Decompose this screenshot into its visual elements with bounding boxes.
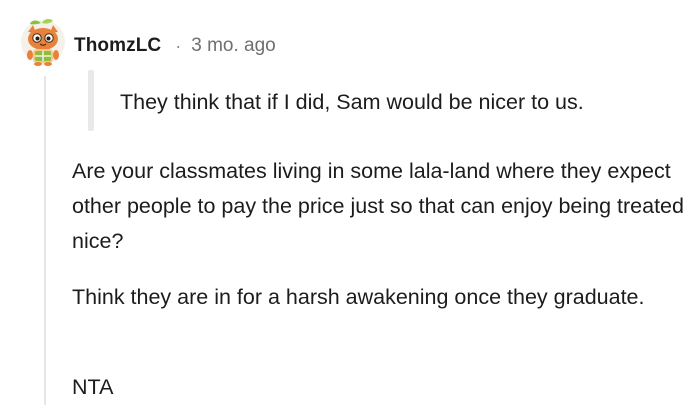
comment-timestamp[interactable]: 3 mo. ago xyxy=(191,35,276,57)
username-link[interactable]: ThomzLC xyxy=(74,35,161,57)
comment-paragraph-1: Are your classmates living in some lala-… xyxy=(72,159,684,253)
snoo-avatar-icon xyxy=(21,18,65,66)
avatar[interactable] xyxy=(20,18,66,68)
quote-bar xyxy=(88,70,94,131)
quoted-text: They think that if I did, Sam would be n… xyxy=(120,90,584,114)
meta-separator: · xyxy=(175,35,182,56)
thread-line[interactable] xyxy=(44,76,46,405)
comment-paragraph-2: Think they are in for a harsh awakening … xyxy=(72,285,645,309)
comment-header: ThomzLC · 3 mo. ago xyxy=(74,33,276,59)
comment-paragraph-3: NTA xyxy=(72,375,114,399)
